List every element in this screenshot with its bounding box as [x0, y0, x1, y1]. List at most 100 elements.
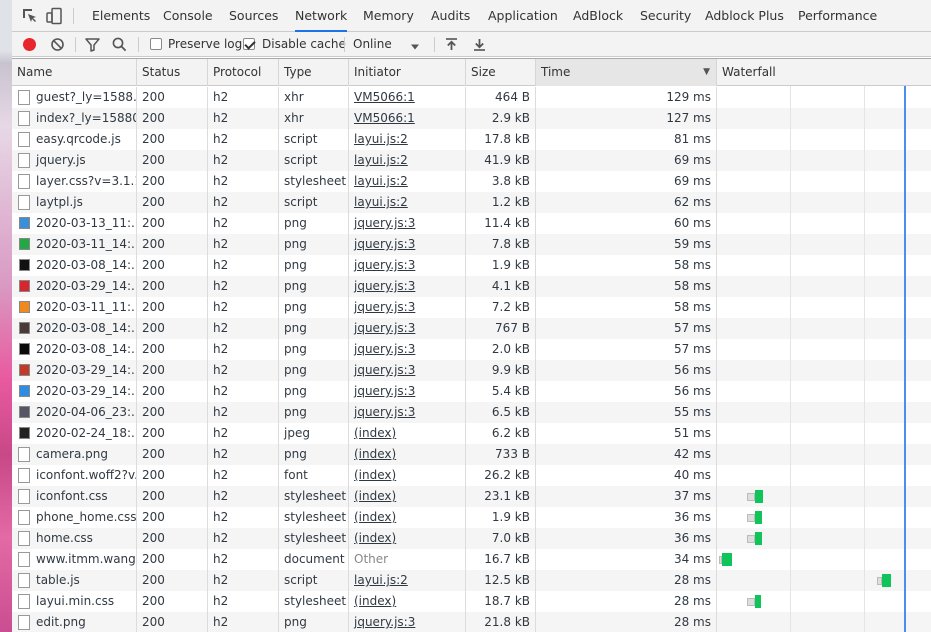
- request-name[interactable]: 2020-03-08_14:...: [36, 339, 136, 360]
- table-row[interactable]: index?_ly=15880...200h2xhr VM5066:1 2.9 kB…: [12, 108, 931, 129]
- request-name[interactable]: phone_home.css: [36, 507, 136, 528]
- column-header-time[interactable]: Time ▼: [536, 59, 717, 86]
- initiator-link[interactable]: jquery.js:3: [354, 405, 415, 419]
- throttling-select[interactable]: Online: [353, 37, 392, 51]
- tab-audits[interactable]: Audits: [431, 0, 470, 32]
- initiator-link[interactable]: (index): [354, 510, 396, 524]
- table-row[interactable]: 2020-02-24_18:... 200 h2 jpeg (index) 6.2 kB 5…: [12, 423, 931, 444]
- request-name[interactable]: 2020-03-08_14:...: [36, 318, 136, 339]
- initiator-link[interactable]: layui.js:2: [354, 195, 408, 209]
- device-toolbar-icon[interactable]: [45, 7, 63, 25]
- initiator-link[interactable]: (index): [354, 468, 396, 482]
- tab-network[interactable]: Network: [295, 0, 348, 32]
- table-row[interactable]: layer.css?v=3.1.1 200 h2 stylesheet layui.js…: [12, 171, 931, 192]
- column-header-name[interactable]: Name: [12, 59, 137, 86]
- initiator-link[interactable]: jquery.js:3: [354, 363, 415, 377]
- table-row[interactable]: home.css 200 h2 stylesheet (index) 7.0 kB 36 m…: [12, 528, 931, 549]
- request-name[interactable]: camera.png: [36, 444, 108, 465]
- request-name[interactable]: 2020-02-24_18:...: [36, 423, 136, 444]
- initiator-link[interactable]: (index): [354, 594, 396, 608]
- request-name[interactable]: layer.css?v=3.1.1: [36, 171, 136, 192]
- table-row[interactable]: phone_home.css 200 h2 stylesheet (index) 1.9 …: [12, 507, 931, 528]
- request-name[interactable]: layui.min.css: [36, 591, 114, 612]
- table-row[interactable]: 2020-03-29_14:... 200 h2 png jquery.js:3 5.4 …: [12, 381, 931, 402]
- table-row[interactable]: 2020-03-11_14:... 200 h2 png jquery.js:3 7.8 …: [12, 234, 931, 255]
- initiator-link[interactable]: (index): [354, 489, 396, 503]
- import-har-icon[interactable]: [444, 36, 459, 53]
- request-name[interactable]: jquery.js: [36, 150, 86, 171]
- request-name[interactable]: table.js: [36, 570, 80, 591]
- table-row[interactable]: 2020-03-29_14:... 200 h2 png jquery.js:3 4.1 …: [12, 276, 931, 297]
- initiator-link[interactable]: jquery.js:3: [354, 321, 415, 335]
- disable-cache-checkbox[interactable]: [243, 38, 255, 50]
- table-row[interactable]: 2020-03-08_14:... 200 h2 png jquery.js:3 767 …: [12, 318, 931, 339]
- record-icon[interactable]: [21, 36, 38, 53]
- request-name[interactable]: edit.png: [36, 612, 86, 632]
- tab-adblock[interactable]: AdBlock: [573, 0, 623, 32]
- initiator-link[interactable]: jquery.js:3: [354, 384, 415, 398]
- table-row[interactable]: layui.min.css 200 h2 stylesheet (index) 18.7 …: [12, 591, 931, 612]
- tab-sources[interactable]: Sources: [229, 0, 278, 32]
- tab-elements[interactable]: Elements: [92, 0, 150, 32]
- initiator-link[interactable]: layui.js:2: [354, 174, 408, 188]
- request-name[interactable]: 2020-03-29_14:...: [36, 276, 136, 297]
- table-row[interactable]: www.itmm.wang 200 h2 document Other 16.7 kB 34…: [12, 549, 931, 570]
- table-row[interactable]: guest?_ly=1588... 200 h2 xhr VM5066:1 464 B 12…: [12, 87, 931, 108]
- tab-memory[interactable]: Memory: [363, 0, 414, 32]
- request-name[interactable]: index?_ly=15880...: [36, 108, 136, 129]
- initiator-link[interactable]: layui.js:2: [354, 132, 408, 146]
- initiator-link[interactable]: jquery.js:3: [354, 258, 415, 272]
- initiator-link[interactable]: layui.js:2: [354, 573, 408, 587]
- table-row[interactable]: camera.png 200 h2 png (index) 733 B 42 ms: [12, 444, 931, 465]
- table-row[interactable]: 2020-03-29_14:... 200 h2 png jquery.js:3 9.9 …: [12, 360, 931, 381]
- tab-console[interactable]: Console: [163, 0, 213, 32]
- request-name[interactable]: 2020-03-11_14:...: [36, 234, 136, 255]
- request-name[interactable]: 2020-03-11_11:...: [36, 297, 136, 318]
- request-name[interactable]: home.css: [36, 528, 93, 549]
- request-name[interactable]: laytpl.js: [36, 192, 83, 213]
- table-row[interactable]: table.js 200 h2 script layui.js:2 12.5 kB 28 m…: [12, 570, 931, 591]
- tab-application[interactable]: Application: [488, 0, 558, 32]
- request-name[interactable]: easy.qrcode.js: [36, 129, 121, 150]
- preserve-log-label[interactable]: Preserve log: [168, 37, 242, 51]
- table-row[interactable]: 2020-03-08_14:... 200 h2 png jquery.js:3 1.9 …: [12, 255, 931, 276]
- column-header-initiator[interactable]: Initiator: [349, 59, 466, 86]
- initiator-link[interactable]: jquery.js:3: [354, 216, 415, 230]
- initiator-link[interactable]: jquery.js:3: [354, 279, 415, 293]
- initiator-link[interactable]: VM5066:1: [354, 90, 415, 104]
- table-row[interactable]: laytpl.js 200 h2 script layui.js:2 1.2 kB 62 m…: [12, 192, 931, 213]
- request-name[interactable]: guest?_ly=1588...: [36, 87, 136, 108]
- column-header-protocol[interactable]: Protocol: [208, 59, 279, 86]
- tab-security[interactable]: Security: [640, 0, 691, 32]
- initiator-link[interactable]: (index): [354, 447, 396, 461]
- request-name[interactable]: 2020-03-29_14:...: [36, 360, 136, 381]
- initiator-link[interactable]: jquery.js:3: [354, 615, 415, 629]
- initiator-link[interactable]: layui.js:2: [354, 153, 408, 167]
- column-header-size[interactable]: Size: [466, 59, 536, 86]
- table-row[interactable]: 2020-04-06_23:... 200 h2 png jquery.js:3 6.5 …: [12, 402, 931, 423]
- initiator-link[interactable]: jquery.js:3: [354, 342, 415, 356]
- request-name[interactable]: 2020-04-06_23:...: [36, 402, 136, 423]
- request-name[interactable]: iconfont.css: [36, 486, 108, 507]
- column-header-type[interactable]: Type: [279, 59, 349, 86]
- inspect-element-icon[interactable]: [21, 7, 39, 25]
- request-name[interactable]: iconfont.woff2?v...: [36, 465, 136, 486]
- disable-cache-label[interactable]: Disable cache: [262, 37, 346, 51]
- request-name[interactable]: 2020-03-08_14:...: [36, 255, 136, 276]
- tab-performance[interactable]: Performance: [798, 0, 877, 32]
- initiator-link[interactable]: jquery.js:3: [354, 237, 415, 251]
- request-name[interactable]: 2020-03-29_14:...: [36, 381, 136, 402]
- column-header-status[interactable]: Status: [137, 59, 208, 86]
- table-row[interactable]: 2020-03-13_11:... 200 h2 png jquery.js:3 11.4…: [12, 213, 931, 234]
- initiator-link[interactable]: (index): [354, 531, 396, 545]
- column-header-waterfall[interactable]: Waterfall: [717, 59, 931, 86]
- clear-icon[interactable]: [49, 36, 66, 53]
- initiator-link[interactable]: (index): [354, 426, 396, 440]
- preserve-log-checkbox[interactable]: [150, 38, 162, 50]
- search-icon[interactable]: [111, 36, 128, 53]
- table-row[interactable]: 2020-03-11_11:... 200 h2 png jquery.js:3 7.2 …: [12, 297, 931, 318]
- filter-icon[interactable]: [84, 36, 101, 53]
- request-name[interactable]: www.itmm.wang: [36, 549, 136, 570]
- export-har-icon[interactable]: [472, 36, 487, 53]
- table-row[interactable]: jquery.js 200 h2 script layui.js:2 41.9 kB 69 …: [12, 150, 931, 171]
